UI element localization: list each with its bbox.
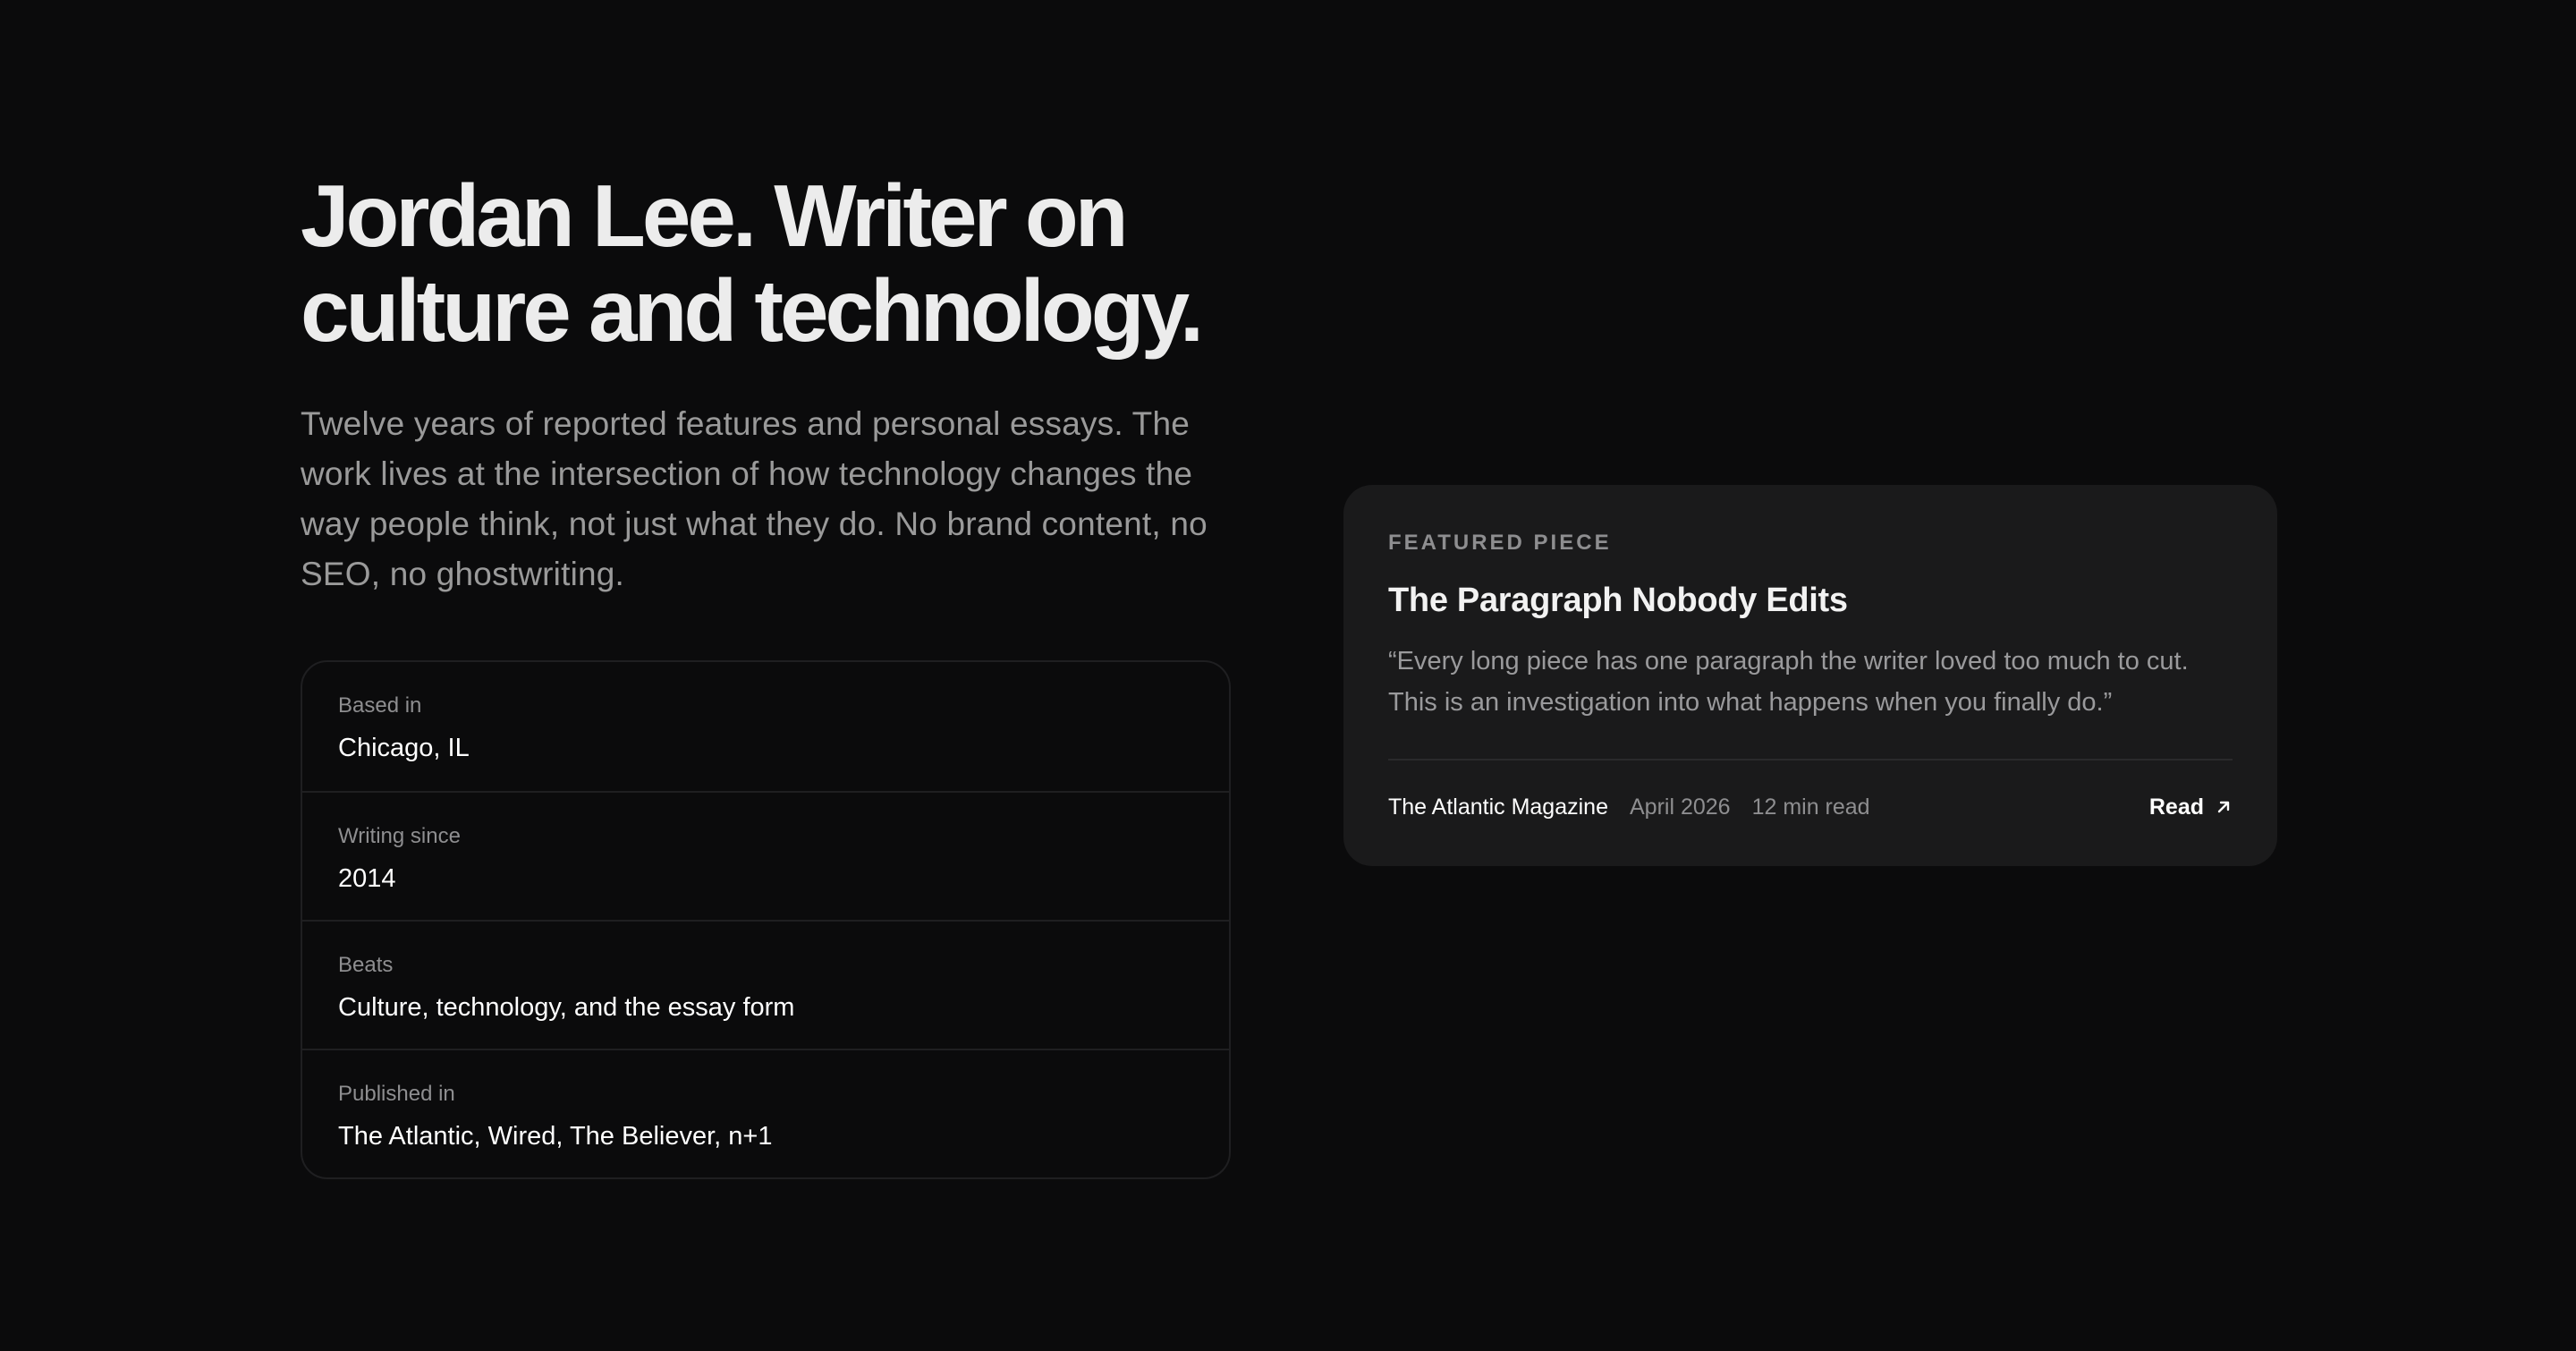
featured-title: The Paragraph Nobody Edits — [1388, 582, 1848, 619]
featured-date: April 2026 — [1629, 794, 1731, 820]
fact-value: Chicago, IL — [338, 734, 470, 762]
featured-publication: The Atlantic Magazine — [1388, 794, 1608, 820]
fact-row-writing-since: Writing since 2014 — [302, 791, 1229, 920]
fact-label: Published in — [338, 1082, 455, 1106]
featured-eyebrow: FEATURED PIECE — [1388, 531, 1612, 555]
featured-read-time: 12 min read — [1751, 794, 1870, 820]
read-link[interactable]: Read — [2149, 787, 2233, 827]
fact-row-based-in: Based in Chicago, IL — [302, 662, 1229, 791]
card-divider — [1388, 759, 2233, 760]
fact-label: Based in — [338, 693, 422, 718]
fact-label: Writing since — [338, 824, 461, 848]
fact-value: 2014 — [338, 864, 396, 893]
featured-meta: The Atlantic Magazine April 2026 12 min … — [1388, 787, 2233, 827]
facts-list: Based in Chicago, IL Writing since 2014 … — [301, 660, 1231, 1179]
fact-label: Beats — [338, 953, 394, 977]
hero-intro: Twelve years of reported features and pe… — [301, 405, 1208, 592]
featured-quote: “Every long piece has one paragraph the … — [1388, 647, 2189, 717]
featured-piece-card: FEATURED PIECE The Paragraph Nobody Edit… — [1343, 485, 2277, 866]
fact-row-beats: Beats Culture, technology, and the essay… — [302, 920, 1229, 1049]
fact-value: The Atlantic, Wired, The Believer, n+1 — [338, 1122, 773, 1151]
arrow-up-right-icon — [2217, 801, 2230, 813]
fact-value: Culture, technology, and the essay form — [338, 993, 795, 1022]
hero-headline: Jordan Lee. Writer on culture and techno… — [301, 166, 1204, 360]
hero-section: Jordan Lee. Writer on culture and techno… — [301, 168, 1231, 1179]
read-link-label: Read — [2148, 794, 2204, 820]
page: Jordan Lee. Writer on culture and techno… — [0, 0, 2576, 1351]
fact-row-published-in: Published in The Atlantic, Wired, The Be… — [302, 1049, 1229, 1177]
